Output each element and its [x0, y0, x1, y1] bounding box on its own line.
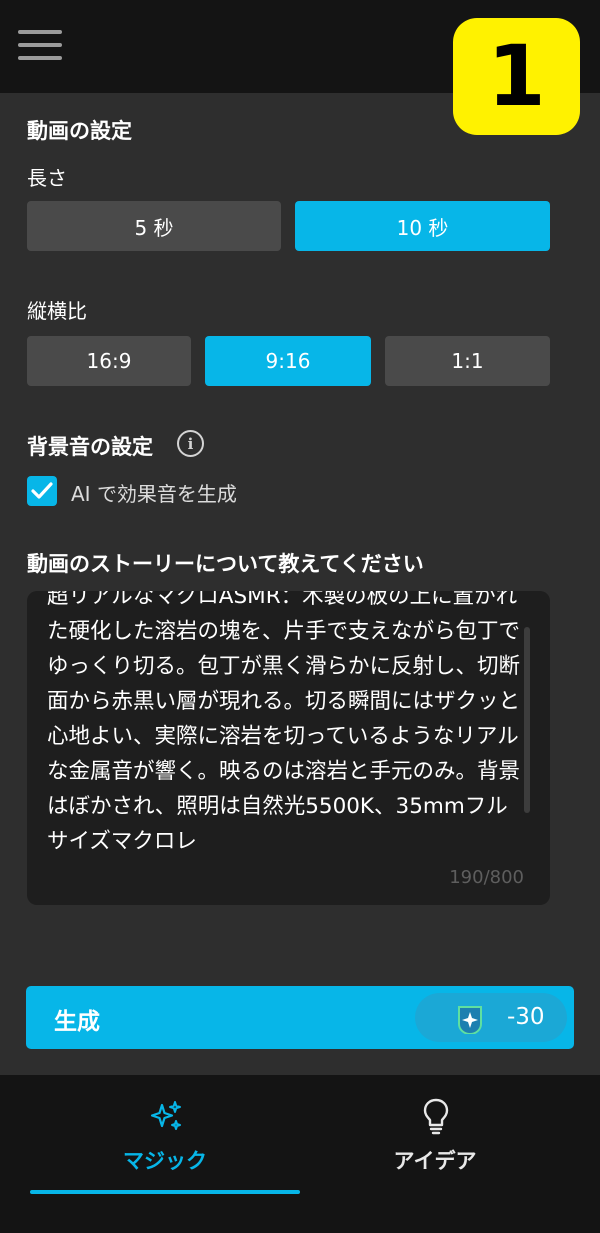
ai-sfx-label[interactable]: AI で効果音を生成 — [71, 478, 237, 507]
lightbulb-icon — [423, 1098, 449, 1135]
generate-button[interactable]: 生成 -30 — [26, 986, 574, 1049]
step-badge: 1 — [453, 18, 580, 135]
duration-option-5s[interactable]: 5 秒 — [27, 201, 281, 251]
story-title: 動画のストーリーについて教えてください — [27, 552, 424, 576]
story-scrollbar[interactable] — [524, 627, 530, 813]
sound-settings-title: 背景音の設定 — [27, 435, 153, 459]
duration-label: 長さ — [27, 166, 67, 190]
info-icon[interactable]: i — [177, 430, 204, 457]
nav-label-ideas: アイデア — [393, 1149, 477, 1173]
aspect-option-1-1[interactable]: 1:1 — [385, 336, 550, 386]
active-tab-indicator — [30, 1190, 300, 1194]
aspect-option-16-9[interactable]: 16:9 — [27, 336, 191, 386]
story-text[interactable]: 超リアルなマクロASMR：木製の板の上に置かれた硬化した溶岩の塊を、片手で支えな… — [47, 591, 527, 865]
credit-cost-pill: -30 — [415, 993, 567, 1042]
ai-sfx-checkbox[interactable] — [27, 476, 57, 506]
video-settings-title: 動画の設定 — [27, 119, 132, 143]
nav-item-magic[interactable]: マジック — [15, 1075, 315, 1233]
sparkles-icon — [150, 1101, 181, 1130]
bottom-navigation: マジック アイデア — [0, 1075, 600, 1233]
credit-cost: -30 — [507, 1004, 545, 1030]
checkmark-icon — [31, 482, 53, 499]
nav-item-ideas[interactable]: アイデア — [285, 1075, 585, 1233]
hamburger-menu-icon[interactable] — [18, 30, 62, 62]
generate-label: 生成 — [54, 1009, 100, 1035]
aspect-option-9-16[interactable]: 9:16 — [205, 336, 371, 386]
duration-option-10s[interactable]: 10 秒 — [295, 201, 550, 251]
nav-label-magic: マジック — [123, 1149, 207, 1173]
character-counter: 190/800 — [449, 867, 524, 888]
story-textarea[interactable]: 超リアルなマクロASMR：木製の板の上に置かれた硬化した溶岩の塊を、片手で支えな… — [27, 591, 550, 905]
aspect-ratio-label: 縦横比 — [27, 299, 87, 323]
sparkle-credit-icon — [458, 1006, 482, 1034]
